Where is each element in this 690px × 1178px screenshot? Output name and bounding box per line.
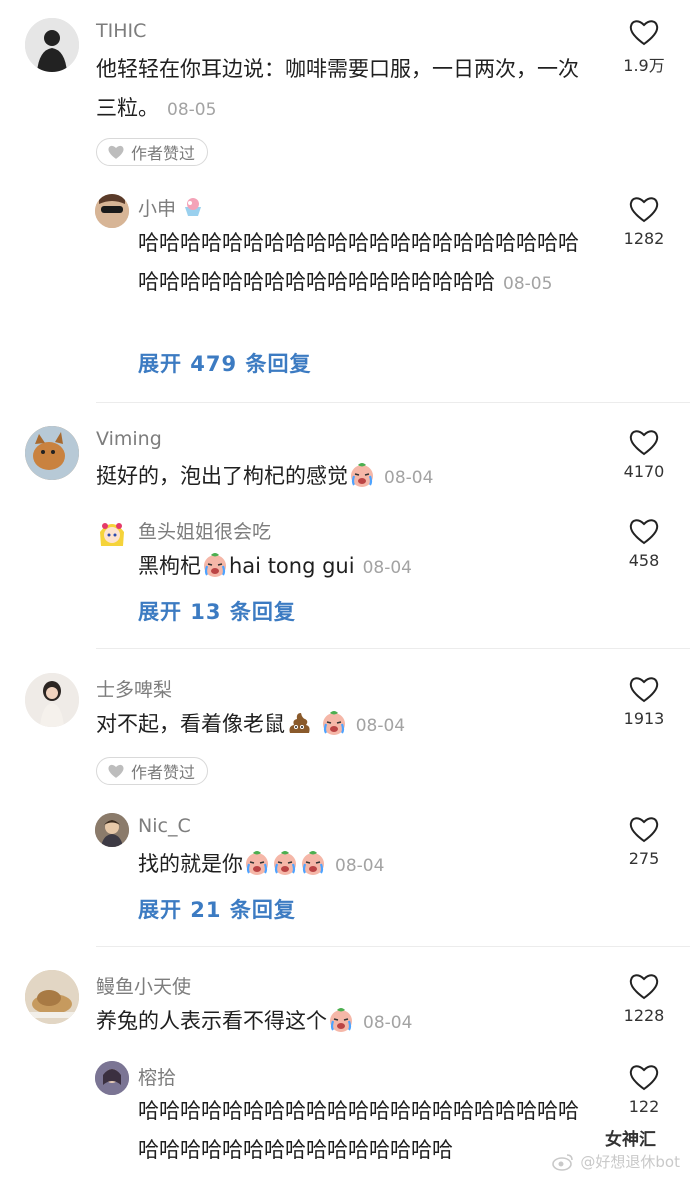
comment-username[interactable]: TIHIC: [96, 20, 146, 42]
like-count: 122: [628, 1097, 660, 1116]
like-count: 458: [628, 551, 660, 570]
reply-username[interactable]: Nic_C: [138, 815, 191, 837]
reply-date: 08-04: [335, 856, 385, 876]
comment-body: 对不起，看着像老鼠: [96, 712, 285, 736]
like-button[interactable]: 1.9万: [614, 18, 674, 76]
comment-date: 08-05: [167, 100, 217, 120]
reply-avatar[interactable]: [95, 813, 129, 847]
reply-avatar[interactable]: [95, 1061, 129, 1095]
crying-face-emoji: [274, 851, 296, 875]
expand-replies-link[interactable]: 展开 479 条回复: [138, 348, 311, 378]
reply-like-button[interactable]: 275: [614, 815, 674, 868]
comment-text: 他轻轻在你耳边说：咖啡需要口服，一日两次，一次三粒。 08-05: [96, 50, 596, 130]
heart-filled-icon: [108, 145, 124, 159]
reply-avatar[interactable]: [95, 516, 129, 550]
reply-username[interactable]: 小申: [138, 194, 204, 221]
reply-text: 哈哈哈哈哈哈哈哈哈哈哈哈哈哈哈哈哈哈哈哈哈哈哈哈哈哈哈哈哈哈哈哈哈哈哈哈哈哈 08…: [138, 224, 598, 304]
heart-outline-icon: [629, 197, 659, 223]
heart-filled-icon: [108, 764, 124, 778]
watermark-handle: @好想退休bot: [580, 1153, 680, 1171]
avatar[interactable]: [25, 970, 79, 1024]
like-count: 1282: [623, 229, 665, 248]
comment-date: 08-04: [384, 468, 434, 488]
like-count: 1913: [623, 709, 665, 728]
poop-emoji: [289, 713, 310, 733]
comment-username[interactable]: 士多啤梨: [96, 675, 172, 702]
reply-like-button[interactable]: 1282: [614, 195, 674, 248]
reply-like-button[interactable]: 122: [614, 1063, 674, 1116]
author-liked-label: 作者赞过: [131, 144, 196, 163]
divider: [96, 402, 690, 403]
comment-username[interactable]: 鳗鱼小天使: [96, 972, 191, 999]
reply-username[interactable]: 鱼头姐姐很会吃: [138, 517, 271, 544]
comment-date: 08-04: [363, 1013, 413, 1033]
heart-outline-icon: [629, 677, 659, 703]
comment-username[interactable]: Viming: [96, 428, 162, 450]
weibo-logo-icon: [552, 1153, 574, 1171]
heart-outline-icon: [629, 519, 659, 545]
author-liked-label: 作者赞过: [131, 763, 196, 782]
reply-date: 08-05: [503, 274, 553, 294]
heart-outline-icon: [629, 817, 659, 843]
comment-body: 挺好的，泡出了枸杞的感觉: [96, 464, 348, 488]
author-liked-badge: 作者赞过: [96, 757, 209, 785]
heart-outline-icon: [629, 20, 659, 46]
divider: [96, 946, 690, 947]
reply-text: 哈哈哈哈哈哈哈哈哈哈哈哈哈哈哈哈哈哈哈哈哈哈哈哈哈哈哈哈哈哈哈哈哈哈哈哈: [138, 1092, 598, 1170]
avatar[interactable]: [25, 18, 79, 72]
reply-body: 黑枸杞: [138, 554, 201, 578]
reply-username[interactable]: 榕拾: [138, 1063, 176, 1090]
divider: [96, 648, 690, 649]
like-count: 4170: [623, 462, 665, 481]
reply-body: 哈哈哈哈哈哈哈哈哈哈哈哈哈哈哈哈哈哈哈哈哈哈哈哈哈哈哈哈哈哈哈哈哈哈哈哈: [138, 1099, 579, 1162]
crying-face-emoji: [204, 553, 226, 577]
heart-outline-icon: [629, 430, 659, 456]
avatar[interactable]: [25, 673, 79, 727]
like-count: 1228: [623, 1006, 665, 1025]
crying-face-emoji: [302, 851, 324, 875]
watermark: 女神汇 @好想退休bot: [552, 1130, 680, 1172]
like-button[interactable]: 1913: [614, 675, 674, 728]
like-count: 1.9万: [623, 56, 665, 75]
comment-body: 养兔的人表示看不得这个: [96, 1009, 327, 1033]
reply-text: 黑枸杞 hai tong gui 08-04: [138, 547, 598, 588]
reply-text: 找的就是你 08-04: [138, 845, 598, 886]
comment-text: 对不起，看着像老鼠 08-04: [96, 705, 596, 746]
crying-face-emoji: [322, 711, 345, 735]
comment-date: 08-04: [355, 716, 406, 736]
crying-face-emoji: [330, 1008, 352, 1032]
reply-body: 找的就是你: [138, 852, 243, 876]
shaved-ice-emoji: [185, 198, 202, 216]
heart-outline-icon: [629, 1065, 659, 1091]
reply-body-suffix: hai tong gui: [229, 554, 355, 578]
comment-text: 挺好的，泡出了枸杞的感觉 08-04: [96, 457, 596, 498]
like-count: 275: [628, 849, 660, 868]
crying-face-emoji: [351, 463, 373, 487]
author-liked-badge: 作者赞过: [96, 138, 209, 166]
like-button[interactable]: 1228: [614, 972, 674, 1025]
reply-username-text: 小申: [138, 198, 177, 220]
like-button[interactable]: 4170: [614, 428, 674, 481]
expand-replies-link[interactable]: 展开 13 条回复: [138, 596, 296, 626]
comment-text: 养兔的人表示看不得这个 08-04: [96, 1002, 596, 1043]
avatar[interactable]: [25, 426, 79, 480]
heart-outline-icon: [629, 974, 659, 1000]
crying-face-emoji: [246, 851, 268, 875]
reply-like-button[interactable]: 458: [614, 517, 674, 570]
watermark-brand: 女神汇: [605, 1130, 656, 1150]
reply-avatar[interactable]: [95, 194, 129, 228]
reply-date: 08-04: [362, 558, 412, 578]
expand-replies-link[interactable]: 展开 21 条回复: [138, 894, 296, 924]
